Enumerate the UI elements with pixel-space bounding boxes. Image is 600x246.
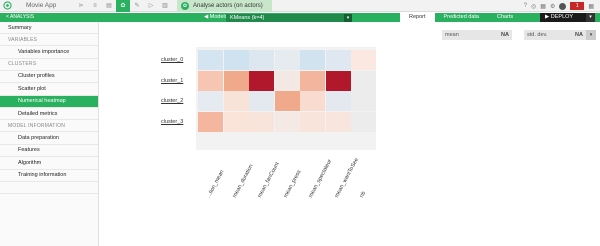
heatmap-column-label: mean_fanCount bbox=[257, 161, 281, 199]
mean-label: mean bbox=[445, 32, 459, 38]
app-name[interactable]: Movie App bbox=[26, 2, 74, 9]
heatmap-cell[interactable] bbox=[351, 50, 376, 70]
heatmap-column-label: mean_press bbox=[282, 169, 303, 199]
heatmap-row-label[interactable]: cluster_0 bbox=[161, 57, 183, 63]
heatmap-column-label: ...tion_mean bbox=[206, 169, 226, 199]
analysis-badge-icon: ✿ bbox=[181, 1, 189, 10]
heatmap-cell[interactable] bbox=[351, 70, 376, 91]
heatmap-cell[interactable] bbox=[300, 70, 325, 91]
database-icon[interactable]: ≡ bbox=[88, 0, 102, 12]
chevron-down-icon[interactable]: ▾ bbox=[586, 30, 596, 40]
std-dev-value: NA bbox=[575, 32, 583, 38]
sidebar: Summary VARIABLES Variables importance C… bbox=[0, 22, 99, 246]
chart-icon[interactable]: ▥ bbox=[158, 0, 172, 12]
chevron-down-icon[interactable]: ▾ bbox=[344, 14, 352, 22]
analysis-tab-label: Analyse actors (on actors) bbox=[193, 2, 263, 9]
models-link[interactable]: ◀ Models bbox=[204, 13, 228, 22]
heatmap-cell[interactable] bbox=[351, 91, 376, 111]
analysis-nav-bar: < ANALYSIS ◀ Models KMeans (k=4) ▾ Repor… bbox=[0, 13, 600, 22]
logo-icon[interactable] bbox=[0, 0, 14, 12]
heatmap-cell[interactable] bbox=[274, 50, 300, 70]
sidebar-item-algorithm[interactable]: Algorithm bbox=[0, 157, 98, 170]
model-name: KMeans (k=4) bbox=[230, 15, 265, 21]
settings-icon[interactable]: ⚙ bbox=[550, 3, 555, 10]
mean-value: NA bbox=[501, 32, 509, 38]
flow-icon[interactable]: ⋗ bbox=[74, 0, 88, 12]
apps-icon[interactable]: ▦ bbox=[588, 3, 594, 10]
heatmap-cell[interactable] bbox=[274, 111, 300, 132]
recipe-icon[interactable]: ▤ bbox=[102, 0, 116, 12]
tab-report[interactable]: Report bbox=[400, 13, 435, 22]
view-tabs: Report Predicted data Charts bbox=[400, 13, 522, 22]
dashboard-icon[interactable]: ▷ bbox=[144, 0, 158, 12]
notification-badge[interactable]: 1 bbox=[570, 2, 585, 10]
sidebar-item-cluster-profiles[interactable]: Cluster profiles bbox=[0, 71, 98, 84]
deploy-button[interactable]: ▶ DEPLOY bbox=[540, 13, 586, 22]
heatmap-cell[interactable] bbox=[198, 50, 223, 70]
heatmap-cell[interactable] bbox=[274, 70, 300, 91]
back-to-analysis-link[interactable]: < ANALYSIS bbox=[6, 13, 34, 22]
heatmap-cell[interactable] bbox=[325, 70, 351, 91]
tab-predicted-data[interactable]: Predicted data bbox=[435, 13, 488, 22]
activity-icon[interactable]: ◎ bbox=[531, 3, 536, 10]
sidebar-section-model-information: MODEL INFORMATION bbox=[0, 120, 98, 133]
heatmap-column-label: nb bbox=[359, 190, 368, 199]
avatar[interactable] bbox=[559, 2, 567, 10]
sidebar-item-training-information[interactable]: Training information bbox=[0, 170, 98, 182]
tab-charts[interactable]: Charts bbox=[488, 13, 522, 22]
heatmap-cell[interactable] bbox=[325, 50, 351, 70]
help-icon[interactable]: ? bbox=[524, 3, 527, 9]
heatmap-cell[interactable] bbox=[325, 111, 351, 132]
heatmap-column-label: mean_wantToSee bbox=[333, 157, 360, 199]
heatmap-cell[interactable] bbox=[249, 70, 274, 91]
top-bar-right: ? ◎ ▦ ⚙ 1 ▦ bbox=[524, 0, 594, 12]
analysis-tab[interactable]: ✿ Analyse actors (on actors) bbox=[177, 0, 272, 12]
heatmap-cell[interactable] bbox=[325, 91, 351, 111]
heatmap-cell[interactable] bbox=[198, 70, 223, 91]
sidebar-section-variables: VARIABLES bbox=[0, 34, 98, 47]
sidebar-item-data-preparation[interactable]: Data preparation bbox=[0, 132, 98, 145]
sidebar-item-numerical-heatmap[interactable]: Numerical heatmap bbox=[0, 95, 98, 108]
top-bar: Movie App ⋗ ≡ ▤ ✿ ✎ ▷ ▥ ✿ Analyse actors… bbox=[0, 0, 600, 12]
sidebar-item-detailed-metrics[interactable]: Detailed metrics bbox=[0, 108, 98, 121]
model-selector[interactable]: KMeans (k=4) ▾ bbox=[226, 14, 352, 22]
heatmap-cell[interactable] bbox=[223, 91, 249, 111]
heatmap-column-label: mean_spectateur bbox=[308, 158, 334, 199]
heatmap-cell[interactable] bbox=[300, 50, 325, 70]
heatmap-cell[interactable] bbox=[198, 91, 223, 111]
heatmap-cell[interactable] bbox=[351, 111, 376, 132]
heatmap-cell[interactable] bbox=[198, 111, 223, 132]
std-dev-box: std. dev. NA ▾ bbox=[524, 30, 596, 40]
heatmap-cell[interactable] bbox=[249, 91, 274, 111]
sidebar-item-summary[interactable]: Summary bbox=[0, 22, 98, 35]
heatmap-cell[interactable] bbox=[274, 91, 300, 111]
heatmap-cell[interactable] bbox=[223, 50, 249, 70]
std-dev-label: std. dev. bbox=[527, 32, 548, 38]
analysis-icon[interactable]: ✿ bbox=[116, 0, 130, 12]
sidebar-item-variables-importance[interactable]: Variables importance bbox=[0, 46, 98, 59]
sidebar-item-scatter-plot[interactable]: Scatter plot bbox=[0, 83, 98, 96]
grid-icon[interactable]: ▦ bbox=[540, 3, 546, 10]
sidebar-section-clusters: CLUSTERS bbox=[0, 59, 98, 71]
heatmap-cell[interactable] bbox=[300, 91, 325, 111]
sidebar-spacer bbox=[0, 182, 98, 194]
heatmap-cell[interactable] bbox=[223, 111, 249, 132]
sidebar-item-features[interactable]: Features bbox=[0, 145, 98, 158]
heatmap-cell[interactable] bbox=[249, 111, 274, 132]
mean-box: mean NA bbox=[442, 30, 512, 40]
heatmap-column-label: mean_duration bbox=[231, 163, 255, 199]
heatmap-row-label[interactable]: cluster_1 bbox=[161, 78, 183, 84]
heatmap-cell[interactable] bbox=[300, 111, 325, 132]
heatmap-cell[interactable] bbox=[249, 50, 274, 70]
chevron-down-icon[interactable]: ▾ bbox=[586, 13, 595, 22]
heatmap-row-label[interactable]: cluster_3 bbox=[161, 119, 183, 125]
heatmap-cell[interactable] bbox=[223, 70, 249, 91]
notebook-icon[interactable]: ✎ bbox=[130, 0, 144, 12]
heatmap-row-label[interactable]: cluster_2 bbox=[161, 98, 183, 104]
